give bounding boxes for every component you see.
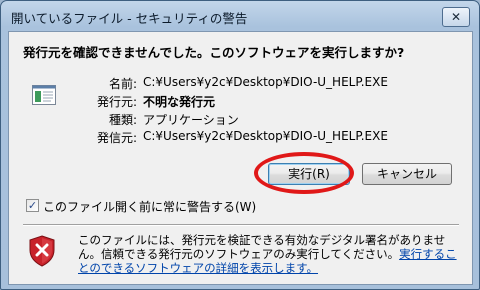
application-icon	[32, 85, 56, 105]
window-title: 開いているファイル - セキュリティの警告	[11, 11, 248, 26]
close-button[interactable]: ✕	[442, 7, 470, 27]
dialog-body: 発行元を確認できませんでした。このソフトウェアを実行しますか? 名前: C:¥U…	[8, 31, 473, 285]
always-warn-label[interactable]: このファイル開く前に常に警告する(W)	[43, 198, 256, 215]
type-value: アプリケーション	[143, 113, 239, 127]
close-icon: ✕	[450, 10, 462, 24]
publisher-value: 不明な発行元	[143, 95, 216, 109]
title-bar: 開いているファイル - セキュリティの警告 ✕	[1, 1, 479, 31]
question-heading: 発行元を確認できませんでした。このソフトウェアを実行しますか?	[23, 45, 405, 60]
name-value: C:¥Users¥y2c¥Desktop¥DIO-U_HELP.EXE	[143, 75, 388, 89]
from-label: 発信元:	[96, 131, 137, 145]
always-warn-checkbox[interactable]: ✓	[26, 199, 39, 212]
check-mark-icon: ✓	[27, 199, 38, 212]
type-label: 種類:	[108, 113, 137, 127]
publisher-label: 発行元:	[96, 95, 137, 109]
from-value: C:¥Users¥y2c¥Desktop¥DIO-U_HELP.EXE	[143, 129, 388, 143]
name-label: 名前:	[108, 77, 137, 91]
security-shield-icon	[29, 235, 55, 267]
security-warning-dialog: 開いているファイル - セキュリティの警告 ✕ 発行元を確認できませんでした。こ…	[0, 0, 480, 290]
warning-text: このファイルには、発行元を検証できる有効なデジタル署名がありません。信頼できる発…	[78, 233, 446, 261]
run-button[interactable]: 実行(R)	[268, 163, 350, 185]
warning-message: このファイルには、発行元を検証できる有効なデジタル署名がありません。信頼できる発…	[78, 233, 460, 275]
separator	[23, 224, 459, 226]
cancel-button[interactable]: キャンセル	[362, 163, 452, 185]
